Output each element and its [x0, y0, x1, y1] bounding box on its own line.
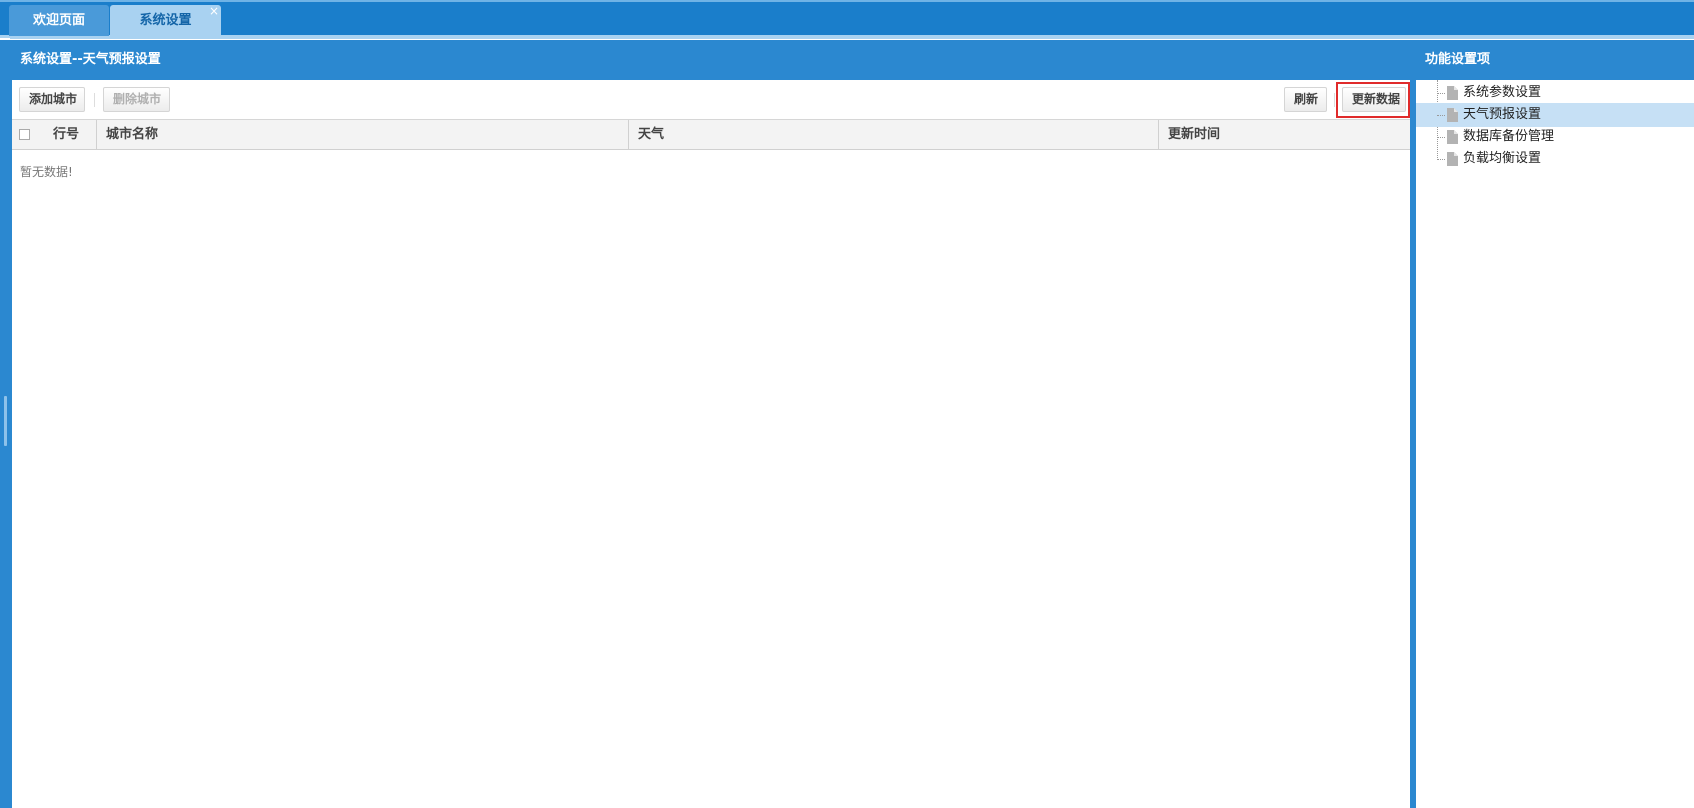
document-icon: [1447, 152, 1458, 166]
side-panel-title: 功能设置项: [1425, 52, 1491, 67]
empty-state-text: 暂无数据!: [20, 165, 73, 179]
tree-connector: [1437, 137, 1445, 138]
tree-connector: [1437, 115, 1445, 116]
select-all-cell: [12, 120, 36, 149]
document-icon: [1447, 130, 1458, 144]
tree-connector: [1437, 93, 1445, 94]
main-panel-body: 添加城市 删除城市 刷新 更新数据 行号 城市名称 天气 更新时间 暂无数据!: [12, 80, 1410, 808]
tree-item-label: 天气预报设置: [1463, 107, 1542, 122]
tree-item-label: 系统参数设置: [1463, 85, 1542, 100]
grid-header: 行号 城市名称 天气 更新时间: [12, 120, 1410, 150]
document-icon: [1447, 108, 1458, 122]
tree-item-label: 数据库备份管理: [1463, 129, 1555, 144]
splitter-handle[interactable]: [4, 396, 7, 446]
panel-title: 系统设置--天气预报设置: [20, 52, 161, 67]
document-icon: [1447, 86, 1458, 100]
select-all-checkbox[interactable]: [19, 129, 30, 140]
tab-bar: [0, 0, 1694, 38]
column-header-row-number[interactable]: 行号: [36, 120, 97, 149]
column-header-city-name[interactable]: 城市名称: [97, 120, 629, 149]
column-header-weather[interactable]: 天气: [629, 120, 1159, 149]
tree-item-system-params[interactable]: 系统参数设置: [1416, 81, 1694, 105]
side-panel: 功能设置项 系统参数设置 天气预报设置 数据库备份管理 负载均衡设置: [1413, 40, 1694, 808]
tree-item-label: 负载均衡设置: [1463, 151, 1542, 166]
toolbar: 添加城市 删除城市 刷新 更新数据: [12, 80, 1410, 120]
tree-item-load-balance[interactable]: 负载均衡设置: [1416, 147, 1694, 171]
tree-connector: [1437, 159, 1445, 160]
tab-bar-underline: [0, 35, 1694, 39]
toolbar-separator: [94, 93, 95, 107]
column-header-update-time[interactable]: 更新时间: [1159, 120, 1410, 149]
update-data-button[interactable]: 更新数据: [1342, 87, 1406, 112]
tab-system-settings[interactable]: 系统设置: [110, 5, 221, 36]
tree-item-database-backup[interactable]: 数据库备份管理: [1416, 125, 1694, 149]
close-icon[interactable]: ×: [208, 5, 220, 17]
main-panel: 系统设置--天气预报设置 添加城市 删除城市 刷新 更新数据 行号 城市名称 天…: [9, 40, 1413, 808]
tab-welcome[interactable]: 欢迎页面: [9, 5, 109, 36]
toolbar-separator: [1334, 93, 1335, 107]
add-city-button[interactable]: 添加城市: [19, 87, 85, 112]
settings-tree: 系统参数设置 天气预报设置 数据库备份管理 负载均衡设置: [1416, 80, 1694, 808]
tree-item-weather[interactable]: 天气预报设置: [1416, 103, 1694, 127]
delete-city-button[interactable]: 删除城市: [103, 87, 170, 112]
refresh-button[interactable]: 刷新: [1284, 87, 1327, 112]
